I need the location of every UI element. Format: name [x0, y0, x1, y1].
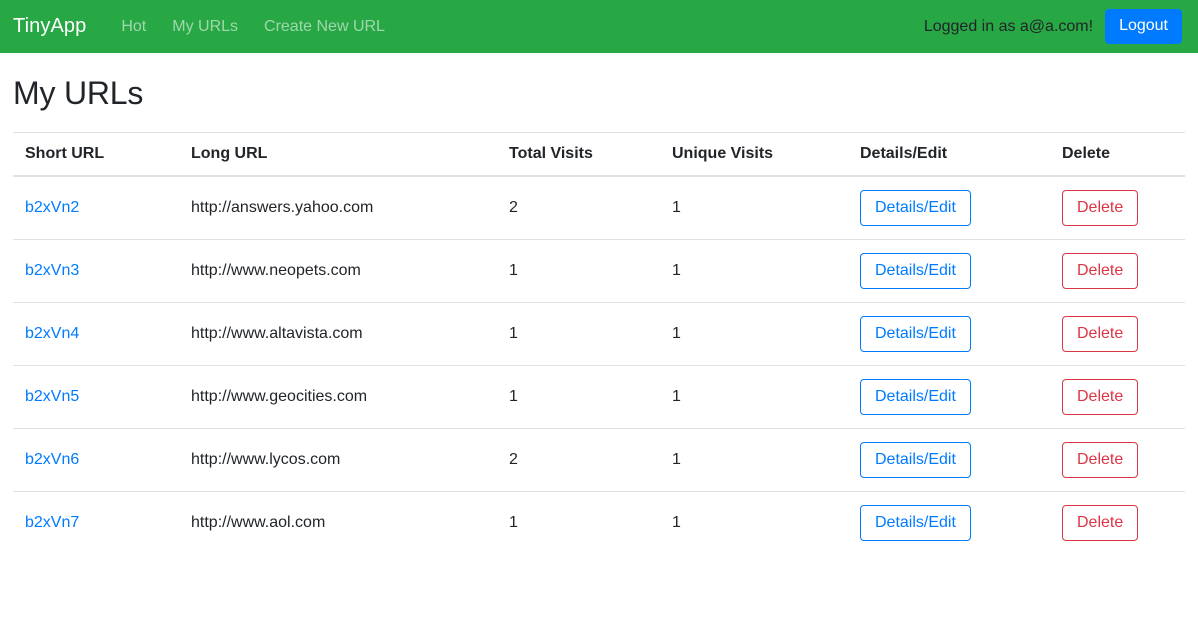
cell-short-url: b2xVn6	[13, 428, 179, 491]
nav-link-hot[interactable]: Hot	[108, 18, 159, 36]
column-header-delete: Delete	[1050, 133, 1185, 177]
cell-short-url: b2xVn3	[13, 239, 179, 302]
table-row: b2xVn7 http://www.aol.com 1 1 Details/Ed…	[13, 491, 1185, 554]
cell-delete: Delete	[1050, 365, 1185, 428]
cell-short-url: b2xVn7	[13, 491, 179, 554]
details-edit-button[interactable]: Details/Edit	[860, 316, 971, 352]
column-header-long-url: Long URL	[179, 133, 497, 177]
cell-details-edit: Details/Edit	[848, 239, 1050, 302]
column-header-details-edit: Details/Edit	[848, 133, 1050, 177]
cell-total-visits: 1	[497, 239, 660, 302]
table-header-row: Short URL Long URL Total Visits Unique V…	[13, 133, 1185, 177]
cell-total-visits: 1	[497, 302, 660, 365]
short-url-link[interactable]: b2xVn7	[25, 514, 79, 531]
delete-button[interactable]: Delete	[1062, 190, 1138, 226]
cell-details-edit: Details/Edit	[848, 302, 1050, 365]
cell-long-url: http://answers.yahoo.com	[179, 176, 497, 239]
cell-delete: Delete	[1050, 176, 1185, 239]
cell-unique-visits: 1	[660, 428, 848, 491]
delete-button[interactable]: Delete	[1062, 505, 1138, 541]
navbar: TinyApp Hot My URLs Create New URL Logge…	[0, 0, 1198, 53]
main-content: My URLs Short URL Long URL Total Visits …	[0, 74, 1198, 554]
cell-unique-visits: 1	[660, 176, 848, 239]
delete-button[interactable]: Delete	[1062, 442, 1138, 478]
table-row: b2xVn4 http://www.altavista.com 1 1 Deta…	[13, 302, 1185, 365]
column-header-total-visits: Total Visits	[497, 133, 660, 177]
table-row: b2xVn3 http://www.neopets.com 1 1 Detail…	[13, 239, 1185, 302]
short-url-link[interactable]: b2xVn2	[25, 199, 79, 216]
cell-total-visits: 2	[497, 428, 660, 491]
logout-button[interactable]: Logout	[1105, 9, 1182, 43]
cell-delete: Delete	[1050, 428, 1185, 491]
cell-unique-visits: 1	[660, 302, 848, 365]
column-header-short-url: Short URL	[13, 133, 179, 177]
column-header-unique-visits: Unique Visits	[660, 133, 848, 177]
nav-link-create-new-url[interactable]: Create New URL	[251, 18, 398, 36]
details-edit-button[interactable]: Details/Edit	[860, 442, 971, 478]
details-edit-button[interactable]: Details/Edit	[860, 505, 971, 541]
cell-unique-visits: 1	[660, 491, 848, 554]
cell-unique-visits: 1	[660, 365, 848, 428]
nav-right-section: Logged in as a@a.com! Logout	[924, 9, 1182, 43]
details-edit-button[interactable]: Details/Edit	[860, 190, 971, 226]
cell-long-url: http://www.altavista.com	[179, 302, 497, 365]
table-row: b2xVn5 http://www.geocities.com 1 1 Deta…	[13, 365, 1185, 428]
cell-short-url: b2xVn2	[13, 176, 179, 239]
nav-link-my-urls[interactable]: My URLs	[159, 18, 251, 36]
short-url-link[interactable]: b2xVn5	[25, 388, 79, 405]
cell-total-visits: 2	[497, 176, 660, 239]
short-url-link[interactable]: b2xVn3	[25, 262, 79, 279]
brand-logo[interactable]: TinyApp	[13, 15, 86, 38]
nav-links: Hot My URLs Create New URL	[108, 18, 398, 36]
cell-long-url: http://www.geocities.com	[179, 365, 497, 428]
delete-button[interactable]: Delete	[1062, 379, 1138, 415]
cell-long-url: http://www.aol.com	[179, 491, 497, 554]
cell-long-url: http://www.lycos.com	[179, 428, 497, 491]
delete-button[interactable]: Delete	[1062, 316, 1138, 352]
cell-total-visits: 1	[497, 365, 660, 428]
cell-total-visits: 1	[497, 491, 660, 554]
table-row: b2xVn2 http://answers.yahoo.com 2 1 Deta…	[13, 176, 1185, 239]
table-body: b2xVn2 http://answers.yahoo.com 2 1 Deta…	[13, 176, 1185, 554]
urls-table: Short URL Long URL Total Visits Unique V…	[13, 132, 1185, 554]
cell-details-edit: Details/Edit	[848, 428, 1050, 491]
cell-delete: Delete	[1050, 491, 1185, 554]
details-edit-button[interactable]: Details/Edit	[860, 253, 971, 289]
details-edit-button[interactable]: Details/Edit	[860, 379, 971, 415]
cell-short-url: b2xVn4	[13, 302, 179, 365]
cell-delete: Delete	[1050, 239, 1185, 302]
cell-details-edit: Details/Edit	[848, 176, 1050, 239]
table-header: Short URL Long URL Total Visits Unique V…	[13, 133, 1185, 177]
cell-details-edit: Details/Edit	[848, 365, 1050, 428]
cell-details-edit: Details/Edit	[848, 491, 1050, 554]
short-url-link[interactable]: b2xVn6	[25, 451, 79, 468]
delete-button[interactable]: Delete	[1062, 253, 1138, 289]
short-url-link[interactable]: b2xVn4	[25, 325, 79, 342]
logged-in-status: Logged in as a@a.com!	[924, 18, 1093, 36]
cell-short-url: b2xVn5	[13, 365, 179, 428]
table-row: b2xVn6 http://www.lycos.com 2 1 Details/…	[13, 428, 1185, 491]
page-title: My URLs	[13, 74, 1185, 112]
cell-unique-visits: 1	[660, 239, 848, 302]
cell-delete: Delete	[1050, 302, 1185, 365]
cell-long-url: http://www.neopets.com	[179, 239, 497, 302]
